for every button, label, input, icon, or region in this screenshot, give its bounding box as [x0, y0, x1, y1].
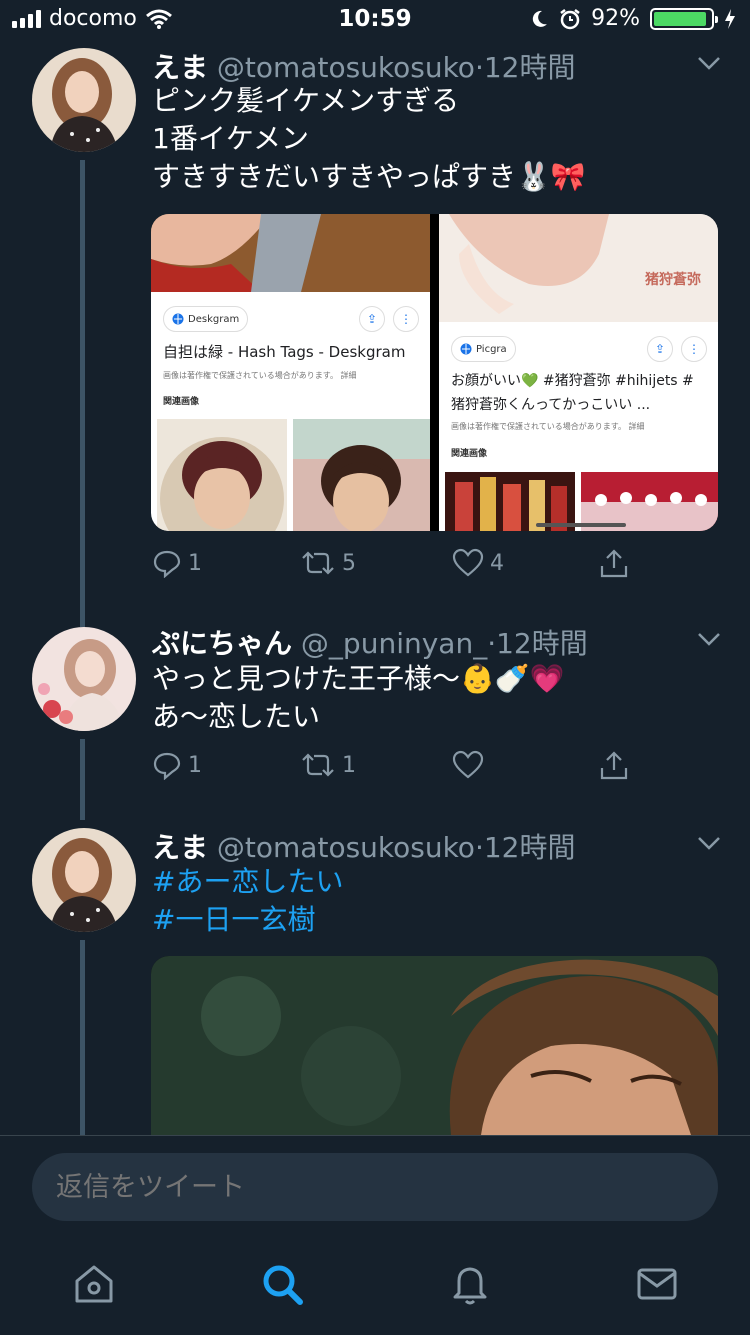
retweet-count: 1 [342, 752, 356, 778]
tweet-text: ピンク髪イケメンすぎる 1番イケメン すきすきだいすきやっぱすき🐰🎀 [152, 82, 586, 196]
share-button[interactable] [598, 548, 630, 580]
like-button[interactable] [452, 750, 490, 780]
tweet-media[interactable]: Deskgram ⇪ ⋮ 自担は緑 - Hash Tags - Deskgram… [151, 214, 718, 531]
tweet-time: ·12時間 [487, 627, 588, 660]
card-title: 猪狩蒼弥くんってかっこいい ... [451, 397, 651, 413]
retweet-button[interactable]: 5 [300, 548, 356, 578]
reply-button[interactable]: 1 [152, 750, 202, 780]
card-title: 自担は緑 - Hash Tags - Deskgram [163, 343, 406, 361]
heart-icon [452, 548, 484, 577]
hashtag-link[interactable]: #一日一玄樹 [152, 901, 343, 939]
source-name: Deskgram [188, 313, 240, 325]
source-chip[interactable]: Picgra [451, 336, 516, 362]
search-icon[interactable] [259, 1261, 305, 1307]
source-name: Picgra [476, 343, 507, 355]
like-count: 4 [490, 550, 504, 576]
scroll-indicator [536, 523, 626, 527]
more-options-icon[interactable]: ⋮ [393, 306, 419, 332]
tweet-time: ·12時間 [474, 831, 576, 864]
home-icon[interactable] [71, 1261, 117, 1307]
thread-line [80, 739, 85, 820]
share-button[interactable] [598, 750, 630, 782]
retweet-button[interactable]: 1 [300, 750, 356, 780]
avatar[interactable] [32, 828, 136, 932]
thread-line [80, 160, 85, 616]
retweet-icon [302, 753, 334, 777]
tweet-text: #あー恋したい #一日一玄樹 [152, 863, 343, 939]
thread-line [80, 616, 85, 627]
tweet-line: やっと見つけた王子様〜👶🍼💗 [152, 662, 565, 695]
retweet-count: 5 [342, 550, 356, 576]
share-icon [600, 549, 628, 578]
related-image [293, 419, 430, 531]
heart-icon [452, 750, 484, 779]
share-icon[interactable]: ⇪ [647, 336, 673, 362]
reply-icon [153, 752, 181, 780]
like-button[interactable]: 4 [452, 548, 504, 578]
tweet-header: えま @tomatosukosuko·12時間 [152, 46, 575, 86]
hashtag-link[interactable]: #あー恋したい [152, 863, 343, 901]
tweet-line: 1番イケメン [152, 122, 309, 155]
tweet-line: すきすきだいすきやっぱすき🐰🎀 [152, 160, 586, 193]
photo-image [151, 214, 430, 292]
chevron-down-icon[interactable] [696, 626, 722, 652]
tweet-header: ぷにちゃん @_puninyan_·12時間 [152, 622, 588, 662]
display-name[interactable]: ぷにちゃん [152, 627, 292, 660]
reply-count: 1 [188, 550, 202, 576]
user-handle[interactable]: @tomatosukosuko [217, 831, 475, 864]
copyright-note: 画像は著作権で保護されている場合があります。 詳細 [163, 371, 357, 380]
user-handle[interactable]: @_puninyan_ [301, 627, 487, 660]
related-images-label: 関連画像 [451, 449, 488, 459]
media-image-2[interactable]: 猪狩蒼弥 Picgra ⇪ ⋮ お顔がいい💚 #猪狩蒼弥 #hihijets #… [439, 214, 718, 531]
more-options-icon[interactable]: ⋮ [681, 336, 707, 362]
user-handle[interactable]: @tomatosukosuko [217, 51, 475, 84]
media-divider [430, 214, 439, 531]
copyright-note: 画像は著作権で保護されている場合があります。 詳細 [451, 422, 645, 431]
tweet-line: ピンク髪イケメンすぎる [152, 84, 460, 117]
chevron-down-icon[interactable] [696, 830, 722, 856]
photo-image: 猪狩蒼弥 [439, 214, 718, 322]
retweet-icon [302, 551, 334, 575]
thread-line [80, 940, 85, 1135]
related-images-label: 関連画像 [163, 397, 200, 407]
avatar[interactable] [32, 627, 136, 731]
card-title: お顔がいい💚 #猪狩蒼弥 #hihijets # [451, 373, 694, 389]
reply-icon [153, 550, 181, 578]
tweet-text: やっと見つけた王子様〜👶🍼💗 あ〜恋したい [152, 660, 565, 736]
reply-input[interactable] [32, 1153, 718, 1221]
reply-count: 1 [188, 752, 202, 778]
tweet-actions: 1 5 4 [152, 548, 652, 584]
photo-caption: 猪狩蒼弥 [644, 271, 701, 288]
source-chip[interactable]: Deskgram [163, 306, 249, 332]
mail-icon[interactable] [634, 1261, 680, 1307]
reply-button[interactable]: 1 [152, 548, 202, 578]
display-name[interactable]: えま [152, 831, 208, 864]
bell-icon[interactable] [447, 1261, 493, 1307]
tweet-time: ·12時間 [474, 51, 576, 84]
display-name[interactable]: えま [152, 51, 208, 84]
tweet[interactable]: ぷにちゃん @_puninyan_·12時間 やっと見つけた王子様〜👶🍼💗 あ〜… [0, 616, 750, 820]
globe-icon [460, 343, 472, 355]
related-image [157, 419, 287, 531]
tweet-header: えま @tomatosukosuko·12時間 [152, 826, 575, 866]
share-icon [600, 751, 628, 780]
media-image-1[interactable]: Deskgram ⇪ ⋮ 自担は緑 - Hash Tags - Deskgram… [151, 214, 430, 531]
tweet-actions: 1 1 [152, 750, 652, 786]
photo-image [151, 956, 718, 1135]
tweet[interactable]: えま @tomatosukosuko·12時間 ピンク髪イケメンすぎる 1番イケ… [0, 0, 750, 620]
chevron-down-icon[interactable] [696, 50, 722, 76]
tweet-media[interactable] [151, 956, 718, 1135]
globe-icon [172, 313, 184, 325]
tweet[interactable]: えま @tomatosukosuko·12時間 #あー恋したい #一日一玄樹 [0, 820, 750, 1135]
avatar[interactable] [32, 48, 136, 152]
tweet-line: あ〜恋したい [152, 700, 321, 733]
reply-bar [0, 1135, 750, 1335]
share-icon[interactable]: ⇪ [359, 306, 385, 332]
